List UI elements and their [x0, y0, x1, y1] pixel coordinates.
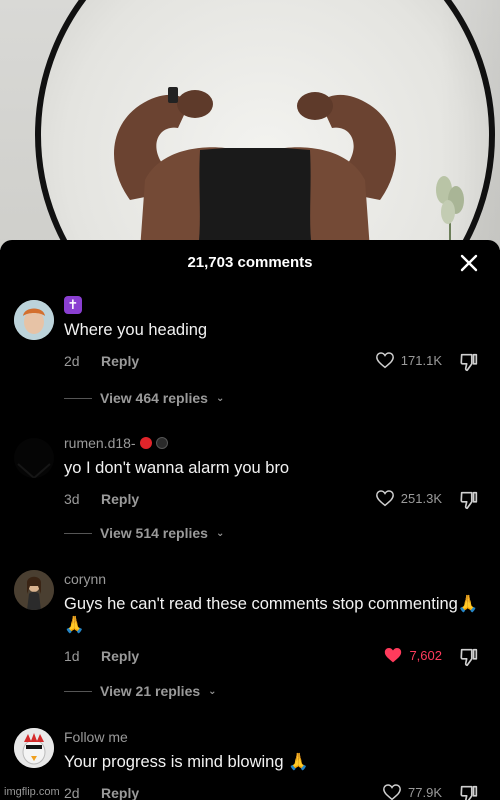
username[interactable]: ✝ [64, 296, 480, 314]
dislike-icon[interactable] [458, 489, 480, 511]
view-replies-label: View 514 replies [100, 525, 208, 541]
comments-count-title: 21,703 comments [187, 254, 313, 271]
comment-meta: 2d Reply 171.1K [64, 351, 480, 373]
dislike-icon[interactable] [458, 783, 480, 800]
heart-icon [383, 784, 401, 800]
view-replies-button[interactable]: View 21 replies ⌄ [64, 683, 217, 699]
comment-meta: 2d Reply 77.9K [64, 783, 480, 800]
comments-sheet: 21,703 comments ✝ Where you heading 2d R… [0, 240, 500, 800]
red-circle-icon [139, 437, 152, 449]
comment-time: 3d [64, 491, 80, 507]
username[interactable]: Follow me [64, 728, 480, 746]
comment-time: 2d [64, 785, 80, 800]
reply-button[interactable]: Reply [101, 785, 139, 800]
dislike-icon[interactable] [458, 646, 480, 668]
comment-meta: 1d Reply 7,602 [64, 646, 480, 668]
avatar[interactable] [14, 438, 54, 478]
like-count: 77.9K [408, 784, 442, 800]
username-text: Follow me [64, 729, 128, 745]
view-replies-label: View 464 replies [100, 390, 208, 406]
heart-icon [375, 490, 394, 507]
cross-badge-icon: ✝ [64, 296, 82, 314]
comment-text: yo I don't wanna alarm you bro [64, 459, 290, 477]
reply-button[interactable]: Reply [101, 491, 139, 507]
reply-button[interactable]: Reply [101, 353, 139, 369]
heart-icon [375, 352, 394, 369]
view-replies-button[interactable]: View 514 replies ⌄ [64, 525, 224, 541]
divider-line [64, 532, 92, 534]
heart-filled-icon [385, 648, 402, 663]
like-count: 171.1K [400, 352, 442, 368]
username[interactable]: rumen.d18- [64, 434, 480, 452]
dislike-icon[interactable] [458, 351, 480, 373]
like-count: 251.3K [400, 490, 442, 506]
like-button[interactable]: 77.9K [382, 783, 442, 800]
avatar[interactable] [14, 300, 54, 340]
like-button[interactable]: 251.3K [375, 489, 442, 507]
watermark: imgflip.com [4, 786, 60, 798]
username-text: rumen.d18- [64, 435, 136, 451]
video-background-photo [0, 0, 500, 250]
black-circle-icon [155, 437, 168, 449]
like-button[interactable]: 7,602 [383, 646, 442, 664]
avatar[interactable] [14, 570, 54, 610]
chevron-down-icon: ⌄ [208, 685, 217, 697]
divider-line [64, 690, 92, 692]
like-count: 7,602 [409, 647, 442, 663]
reply-button[interactable]: Reply [101, 648, 139, 664]
username[interactable]: corynn [64, 570, 480, 588]
chevron-down-icon: ⌄ [215, 527, 225, 539]
comment-text: Your progress is mind blowing 🙏 [64, 753, 309, 771]
username-text: corynn [64, 571, 107, 587]
flexing-person-image [113, 87, 397, 250]
avatar[interactable] [14, 728, 54, 768]
sheet-header: 21,703 comments [0, 240, 500, 286]
comment-text: Guys he can't read these comments stop c… [64, 595, 479, 634]
like-button[interactable]: 171.1K [375, 351, 442, 369]
comment-time: 1d [64, 648, 80, 664]
view-replies-label: View 21 replies [100, 683, 201, 699]
view-replies-button[interactable]: View 464 replies ⌄ [64, 390, 224, 406]
divider-line [64, 397, 92, 399]
comment-time: 2d [64, 353, 80, 369]
comment-text: Where you heading [64, 321, 208, 339]
comment-meta: 3d Reply 251.3K [64, 489, 480, 511]
close-icon[interactable] [458, 252, 480, 274]
chevron-down-icon: ⌄ [215, 392, 225, 404]
